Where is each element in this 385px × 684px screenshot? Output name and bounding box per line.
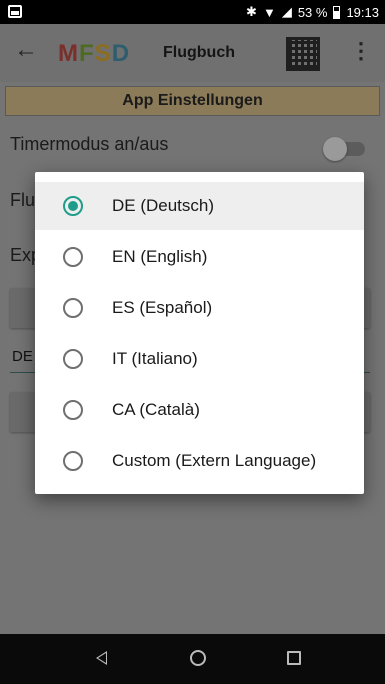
nav-back-icon[interactable] <box>96 651 107 665</box>
battery-percent: 53 % <box>297 4 328 20</box>
qr-code-icon[interactable] <box>286 37 320 71</box>
battery-icon <box>333 5 341 19</box>
nav-recents-icon[interactable] <box>287 651 301 665</box>
status-bar: ✱ ▼ ◢ 53 % 19:13 <box>0 0 385 24</box>
app-bar: ← MFSD Flugbuch ⋮ <box>0 24 385 82</box>
language-option-de[interactable]: DE (Deutsch) <box>35 182 364 230</box>
back-arrow-icon[interactable]: ← <box>14 36 38 64</box>
language-option-en[interactable]: EN (English) <box>35 233 364 281</box>
language-option-es[interactable]: ES (Español) <box>35 284 364 332</box>
timer-mode-label: Timermodus an/aus <box>10 134 169 154</box>
navigation-bar <box>0 634 385 684</box>
status-icons: ✱ ▼ ◢ 53 % 19:13 <box>246 0 379 24</box>
nav-home-icon[interactable] <box>190 650 206 666</box>
language-option-ca[interactable]: CA (Català) <box>35 386 364 434</box>
radio-unselected-icon[interactable] <box>63 349 83 369</box>
radio-unselected-icon[interactable] <box>63 298 83 318</box>
radio-unselected-icon[interactable] <box>63 451 83 471</box>
language-option-label: ES (Español) <box>112 298 213 317</box>
bluetooth-icon: ✱ <box>246 4 257 19</box>
section-header: App Einstellungen <box>5 86 380 116</box>
language-select-value[interactable]: DE <box>12 348 33 365</box>
signal-icon: ◢ <box>281 4 292 19</box>
flugbuch-row-label: Flu <box>10 190 36 210</box>
radio-unselected-icon[interactable] <box>63 247 83 267</box>
language-option-label: CA (Català) <box>112 400 200 419</box>
radio-selected-icon[interactable] <box>63 196 83 216</box>
language-option-label: Custom (Extern Language) <box>112 451 317 470</box>
language-dialog: DE (Deutsch) EN (English) ES (Español) I… <box>35 172 364 494</box>
clock: 19:13 <box>346 4 379 20</box>
overflow-menu-icon[interactable]: ⋮ <box>350 38 372 64</box>
mfsd-logo: MFSD <box>58 40 131 67</box>
timer-mode-toggle[interactable] <box>323 137 347 161</box>
radio-unselected-icon[interactable] <box>63 400 83 420</box>
screenshot-icon <box>8 5 22 18</box>
language-option-label: DE (Deutsch) <box>112 196 215 215</box>
language-option-label: IT (Italiano) <box>112 349 198 368</box>
language-option-label: EN (English) <box>112 247 208 266</box>
language-option-custom[interactable]: Custom (Extern Language) <box>35 437 364 485</box>
language-option-it[interactable]: IT (Italiano) <box>35 335 364 383</box>
app-title: Flugbuch <box>163 44 235 61</box>
wifi-icon: ▼ <box>262 4 276 20</box>
